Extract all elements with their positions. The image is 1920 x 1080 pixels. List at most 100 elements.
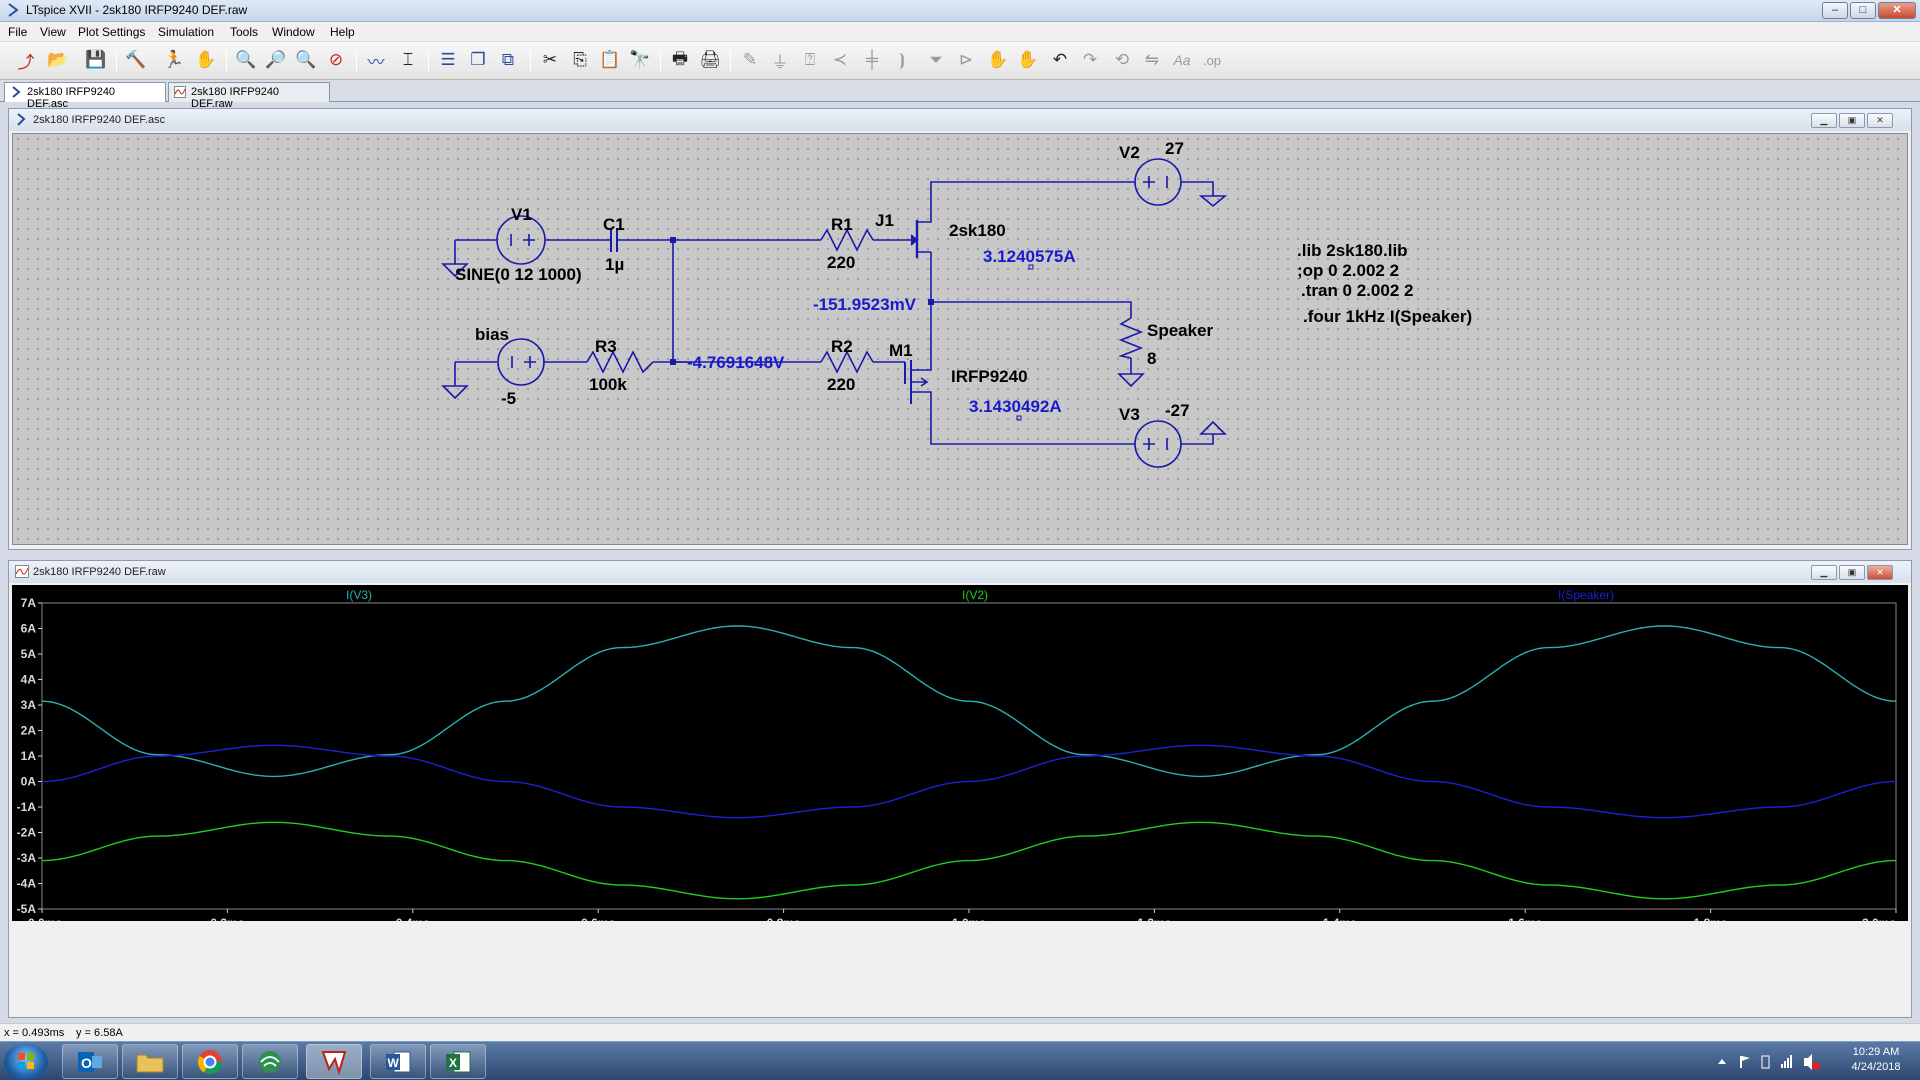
- waveform-plot[interactable]: I(V3) I(V2) I(Speaker) 7A 6A 5A 4A 3A 2A 1A 0A -…: [12, 585, 1908, 921]
- move-icon[interactable]: ✋: [986, 48, 1010, 72]
- j1-label[interactable]: J1: [875, 211, 894, 230]
- menu-simulation[interactable]: Simulation: [158, 25, 214, 39]
- v3-label[interactable]: V3: [1119, 405, 1140, 424]
- menu-window[interactable]: Window: [272, 25, 315, 39]
- tab-schematic[interactable]: 2sk180 IRFP9240 DEF.asc: [4, 82, 166, 110]
- v2-value[interactable]: 27: [1165, 139, 1184, 158]
- ground-icon[interactable]: ⏚: [768, 48, 792, 72]
- r1-value[interactable]: 220: [827, 253, 855, 272]
- close-button[interactable]: ✕: [1878, 2, 1916, 19]
- inductor-icon[interactable]: ⦘: [890, 48, 914, 72]
- print-icon[interactable]: 🖨: [698, 48, 722, 72]
- excel-icon[interactable]: X: [430, 1044, 486, 1079]
- j1-value[interactable]: 2sk180: [949, 221, 1006, 240]
- tab-waveform[interactable]: 2sk180 IRFP9240 DEF.raw: [168, 82, 330, 110]
- ltspice-icon[interactable]: [306, 1044, 362, 1079]
- diode-icon[interactable]: ⏷: [924, 48, 948, 72]
- trace-line-i-v3[interactable]: [41, 625, 1897, 778]
- schematic-minimize-button[interactable]: ▁: [1811, 113, 1837, 128]
- start-button[interactable]: [4, 1044, 48, 1080]
- v1-value[interactable]: SINE(0 12 1000): [455, 265, 582, 284]
- trace-name-i-v3[interactable]: I(V3): [346, 588, 372, 602]
- waveform-maximize-button[interactable]: ▣: [1839, 565, 1865, 580]
- v3-source[interactable]: [1134, 420, 1182, 468]
- menu-tools[interactable]: Tools: [230, 25, 258, 39]
- open-file-icon[interactable]: 📂: [46, 48, 70, 72]
- chrome-icon[interactable]: [182, 1044, 238, 1079]
- run-icon[interactable]: 🏃: [162, 48, 186, 72]
- directive-four[interactable]: .four 1kHz I(Speaker): [1303, 307, 1472, 326]
- v1-label[interactable]: V1: [511, 205, 532, 224]
- minimize-button[interactable]: –: [1822, 2, 1848, 19]
- maximize-button[interactable]: □: [1850, 2, 1876, 19]
- menu-help[interactable]: Help: [330, 25, 355, 39]
- cascade-icon[interactable]: ❐: [466, 48, 490, 72]
- speaker-resistor[interactable]: [1118, 317, 1144, 359]
- j1-jfet[interactable]: [905, 212, 932, 258]
- bias-label[interactable]: bias: [475, 325, 509, 344]
- directive-tran[interactable]: .tran 0 2.002 2: [1301, 281, 1413, 300]
- label-net-icon[interactable]: ⍰: [798, 48, 822, 72]
- bias-value[interactable]: -5: [501, 389, 516, 408]
- resistor-icon[interactable]: ≺: [828, 48, 852, 72]
- drag-icon[interactable]: ✋: [1016, 48, 1040, 72]
- c1-label[interactable]: C1: [603, 215, 625, 234]
- speaker-label[interactable]: Speaker: [1147, 321, 1214, 340]
- r2-value[interactable]: 220: [827, 375, 855, 394]
- trace-line-i-speaker[interactable]: [41, 744, 1897, 819]
- m1-label[interactable]: M1: [889, 341, 913, 360]
- close-all-icon[interactable]: ⧉: [496, 48, 520, 72]
- trace-line-i-v2[interactable]: [41, 821, 1896, 900]
- spice-directive-icon[interactable]: .op: [1200, 48, 1224, 72]
- capacitor-icon[interactable]: ╪: [860, 48, 884, 72]
- word-icon[interactable]: W: [370, 1044, 426, 1079]
- find-icon[interactable]: 🔭: [628, 48, 652, 72]
- redo-icon[interactable]: ↷: [1078, 48, 1102, 72]
- waveform-minimize-button[interactable]: ▁: [1811, 565, 1837, 580]
- text-icon[interactable]: Aa: [1170, 48, 1194, 72]
- trace-name-i-v2[interactable]: I(V2): [962, 588, 988, 602]
- paste-icon[interactable]: 📋: [598, 48, 622, 72]
- m1-value[interactable]: IRFP9240: [951, 367, 1028, 386]
- r1-label[interactable]: R1: [831, 215, 853, 234]
- save-icon[interactable]: 💾: [84, 48, 108, 72]
- r2-label[interactable]: R2: [831, 337, 853, 356]
- control-panel-icon[interactable]: 🔨: [124, 48, 148, 72]
- waveform-close-button[interactable]: ✕: [1867, 565, 1893, 580]
- undo-icon[interactable]: ↶: [1048, 48, 1072, 72]
- outlook-icon[interactable]: O: [62, 1044, 118, 1079]
- rotate-icon[interactable]: ⟲: [1110, 48, 1134, 72]
- mirror-icon[interactable]: ⇋: [1140, 48, 1164, 72]
- clock[interactable]: 10:29 AM 4/24/2018: [1836, 1046, 1916, 1080]
- menu-plot-settings[interactable]: Plot Settings: [78, 25, 145, 39]
- schematic-canvas[interactable]: V1 SINE(0 12 1000) C1 1µ R1 220 J1 2sk18…: [12, 133, 1908, 545]
- directive-lib[interactable]: .lib 2sk180.lib: [1297, 241, 1408, 260]
- component-icon[interactable]: ⊳: [954, 48, 978, 72]
- zoom-in-icon[interactable]: 🔍: [234, 48, 258, 72]
- file-explorer-icon[interactable]: [122, 1044, 178, 1079]
- draw-wire-icon[interactable]: ✎: [738, 48, 762, 72]
- print-setup-icon[interactable]: 🖶: [668, 48, 692, 72]
- open-new-schematic-icon[interactable]: ⤴: [14, 48, 38, 72]
- schematic-maximize-button[interactable]: ▣: [1839, 113, 1865, 128]
- network-app-icon[interactable]: [242, 1044, 298, 1079]
- r3-value[interactable]: 100k: [589, 375, 627, 394]
- c1-value[interactable]: 1µ: [605, 255, 624, 274]
- v2-source[interactable]: [1134, 158, 1182, 206]
- speaker-value[interactable]: 8: [1147, 349, 1156, 368]
- directive-op[interactable]: ;op 0 2.002 2: [1297, 261, 1399, 280]
- menu-file[interactable]: File: [8, 25, 27, 39]
- schematic-close-button[interactable]: ✕: [1867, 113, 1893, 128]
- bias-source[interactable]: [497, 338, 545, 386]
- zoom-box-icon[interactable]: 🔎: [264, 48, 288, 72]
- menu-view[interactable]: View: [40, 25, 66, 39]
- v2-label[interactable]: V2: [1119, 143, 1140, 162]
- pan-hand-icon[interactable]: ✋: [194, 48, 218, 72]
- cursor-icon[interactable]: ⌶: [396, 48, 420, 72]
- trace-name-i-speaker[interactable]: I(Speaker): [1558, 588, 1614, 602]
- zoom-cancel-icon[interactable]: ⊘: [324, 48, 348, 72]
- r3-label[interactable]: R3: [595, 337, 617, 356]
- cut-icon[interactable]: ✂: [538, 48, 562, 72]
- v3-value[interactable]: -27: [1165, 401, 1190, 420]
- tile-horizontal-icon[interactable]: ☰: [436, 48, 460, 72]
